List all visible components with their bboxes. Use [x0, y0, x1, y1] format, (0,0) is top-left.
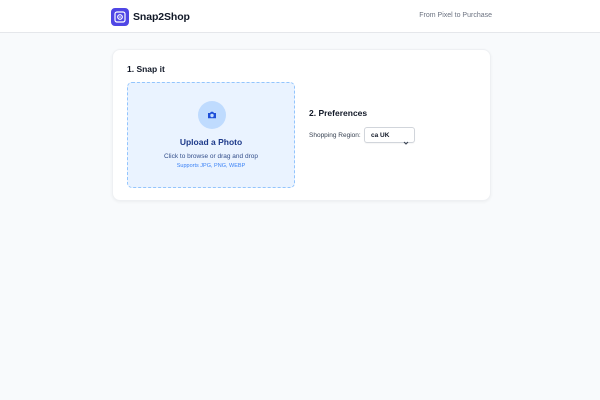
- shopping-region-select[interactable]: ca UK: [364, 127, 415, 145]
- step1-title: 1. Snap it: [127, 64, 165, 74]
- supported-formats: Supports JPG, PNG, WEBP: [176, 163, 246, 169]
- brand-name: Snap2Shop: [133, 10, 190, 23]
- step2-title: 2. Preferences: [309, 108, 368, 118]
- brand-logo[interactable]: Snap2Shop: [111, 7, 190, 26]
- shopping-region-label: Shopping Region:: [309, 132, 361, 139]
- tagline: From Pixel to Purchase: [419, 12, 492, 19]
- shopping-region-value: ca UK: [371, 131, 390, 139]
- chevron-down-icon: [403, 133, 409, 151]
- app-header: Snap2Shop From Pixel to Purchase: [0, 0, 600, 33]
- upload-title: Upload a Photo: [179, 137, 243, 147]
- snap-logo-icon: [111, 7, 129, 26]
- main-card: 1. Snap it Upload a Photo Click to brows…: [112, 49, 491, 201]
- photo-upload-dropzone[interactable]: Upload a Photo Click to browse or drag a…: [127, 82, 295, 188]
- camera-icon: [198, 101, 226, 129]
- upload-instruction: Click to browse or drag and drop: [164, 153, 258, 160]
